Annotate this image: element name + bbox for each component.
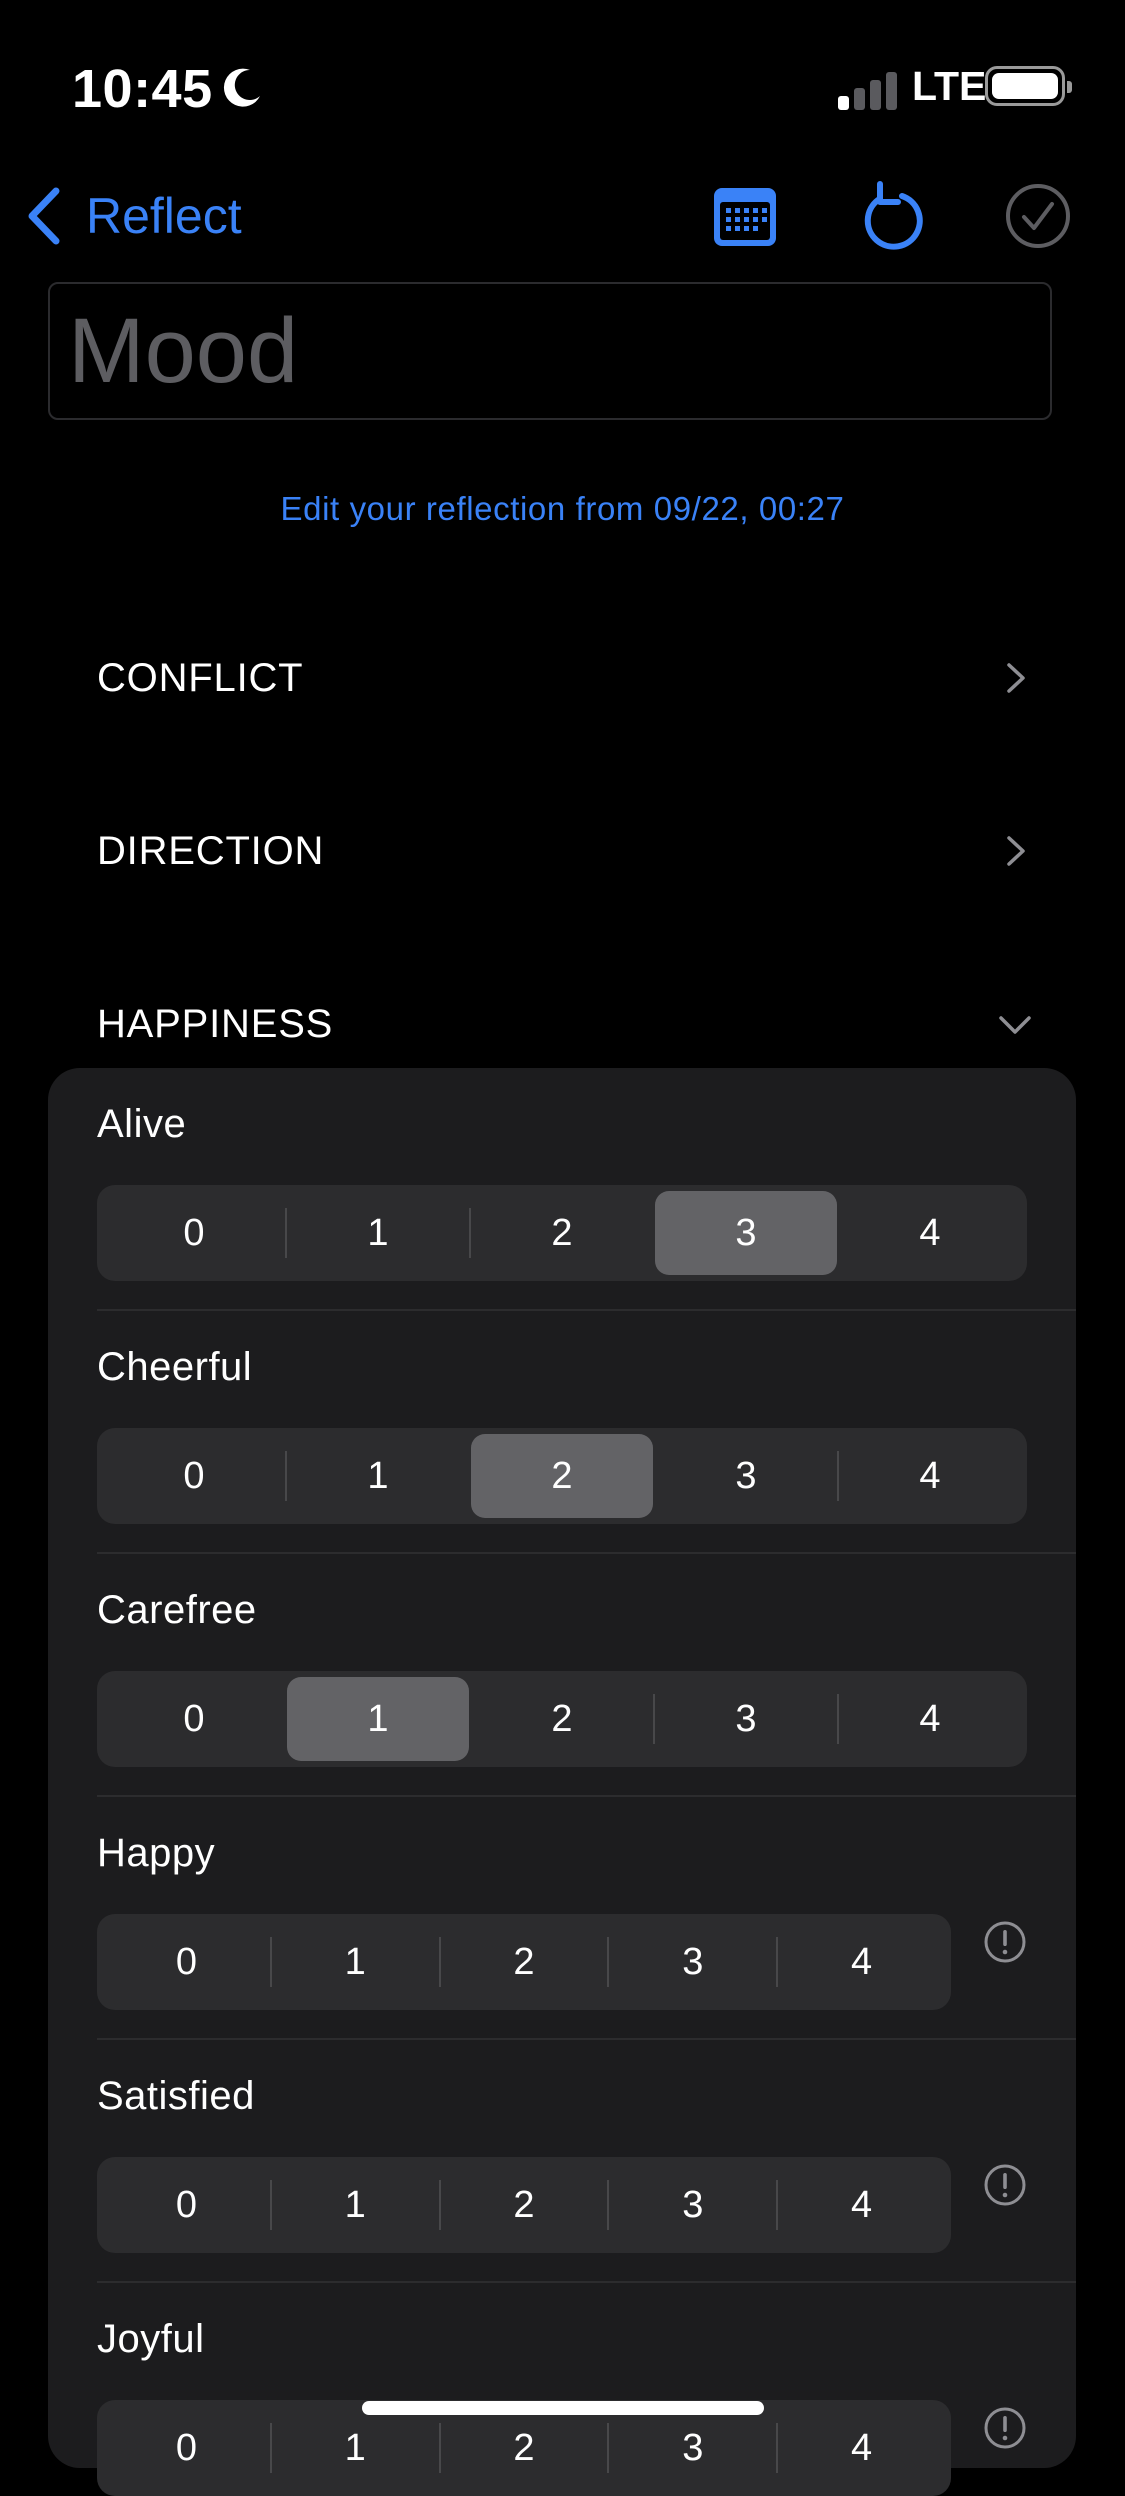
checkmark-circle-icon[interactable] (1004, 182, 1072, 250)
divider (97, 1309, 1076, 1311)
rating-label: Cheerful (97, 1345, 253, 1389)
mood-title-field[interactable] (48, 282, 1052, 420)
section-label: DIRECTION (97, 828, 325, 873)
rating-option-3[interactable]: 3 (609, 1920, 776, 2004)
rating-item-joyful: Joyful (97, 2317, 205, 2362)
signal-bars-icon (838, 70, 898, 110)
rating-label: Satisfied (97, 2074, 255, 2118)
rating-label: Joyful (97, 2317, 205, 2361)
happiness-card: Alive 0 1 2 3 4 Cheerful 0 1 2 3 4 Caref… (48, 1068, 1076, 2496)
exclamation-circle-icon[interactable] (983, 1920, 1027, 1964)
divider (97, 2038, 1076, 2040)
rating-item-satisfied: Satisfied (97, 2074, 255, 2119)
moon-icon (223, 68, 260, 107)
rating-segmented-control[interactable]: 0 1 2 3 4 (97, 1671, 1027, 1767)
rating-option-4[interactable]: 4 (839, 1434, 1021, 1518)
chevron-right-icon (1007, 663, 1025, 693)
rating-option-4[interactable]: 4 (839, 1677, 1021, 1761)
rating-option-3[interactable]: 3 (655, 1434, 837, 1518)
edit-reflection-subtitle: Edit your reflection from 09/22, 00:27 (280, 490, 845, 527)
rating-option-0[interactable]: 0 (103, 1434, 285, 1518)
chevron-left-icon (28, 187, 60, 245)
rating-option-3[interactable]: 3 (609, 2163, 776, 2247)
rating-option-2[interactable]: 2 (441, 1920, 608, 2004)
rating-label: Happy (97, 1831, 216, 1875)
rating-option-1[interactable]: 1 (272, 2163, 439, 2247)
rating-option-0[interactable]: 0 (103, 1677, 285, 1761)
section-happiness[interactable]: HAPPINESS (97, 984, 1032, 1064)
exclamation-circle-icon[interactable] (983, 2406, 1027, 2450)
rating-option-1[interactable]: 1 (272, 2406, 439, 2490)
chevron-right-icon (1007, 836, 1025, 866)
rating-option-3[interactable]: 3 (655, 1677, 837, 1761)
rating-option-4[interactable]: 4 (839, 1191, 1021, 1275)
section-label: HAPPINESS (97, 1001, 334, 1046)
rating-option-3-selected[interactable]: 3 (655, 1191, 837, 1275)
rating-segmented-control[interactable]: 0 1 2 3 4 (97, 2157, 951, 2253)
rating-segmented-control[interactable]: 0 1 2 3 4 (97, 1185, 1027, 1281)
back-button[interactable]: Reflect (24, 178, 242, 254)
status-time: 10:45 (72, 59, 213, 119)
rating-option-0[interactable]: 0 (103, 1920, 270, 2004)
rating-option-1-selected[interactable]: 1 (287, 1677, 469, 1761)
section-direction[interactable]: DIRECTION (97, 811, 1032, 891)
rating-option-4[interactable]: 4 (778, 2163, 945, 2247)
rating-option-0[interactable]: 0 (103, 2163, 270, 2247)
section-conflict[interactable]: CONFLICT (97, 638, 1032, 718)
rating-option-4[interactable]: 4 (778, 1920, 945, 2004)
mood-title-input[interactable] (68, 284, 1028, 418)
rating-item-cheerful: Cheerful (97, 1345, 252, 1390)
rating-option-4[interactable]: 4 (778, 2406, 945, 2490)
exclamation-circle-icon[interactable] (983, 2163, 1027, 2207)
calendar-icon[interactable] (712, 186, 778, 248)
rating-option-2[interactable]: 2 (471, 1191, 653, 1275)
rating-item-happy: Happy (97, 1831, 215, 1876)
rating-option-2-selected[interactable]: 2 (471, 1434, 653, 1518)
rating-segmented-control[interactable]: 0 1 2 3 4 (97, 1428, 1027, 1524)
back-button-label: Reflect (86, 188, 242, 244)
home-indicator[interactable] (362, 2401, 764, 2415)
rating-item-carefree: Carefree (97, 1588, 257, 1633)
chevron-down-icon (999, 1016, 1031, 1034)
rating-option-0[interactable]: 0 (103, 2406, 270, 2490)
divider (97, 1552, 1076, 1554)
rating-option-3[interactable]: 3 (609, 2406, 776, 2490)
undo-arrow-icon[interactable] (858, 178, 928, 254)
network-type: LTE (912, 63, 987, 109)
divider (97, 1795, 1076, 1797)
rating-segmented-control[interactable]: 0 1 2 3 4 (97, 1914, 951, 2010)
rating-option-1[interactable]: 1 (287, 1434, 469, 1518)
rating-option-2[interactable]: 2 (441, 2406, 608, 2490)
rating-option-2[interactable]: 2 (441, 2163, 608, 2247)
rating-option-0[interactable]: 0 (103, 1191, 285, 1275)
rating-option-2[interactable]: 2 (471, 1677, 653, 1761)
divider (97, 2281, 1076, 2283)
rating-item-alive: Alive (97, 1102, 186, 1147)
battery-icon (985, 66, 1072, 106)
rating-label: Alive (97, 1102, 187, 1146)
rating-option-1[interactable]: 1 (272, 1920, 439, 2004)
rating-option-1[interactable]: 1 (287, 1191, 469, 1275)
rating-label: Carefree (97, 1588, 257, 1632)
section-label: CONFLICT (97, 655, 304, 700)
